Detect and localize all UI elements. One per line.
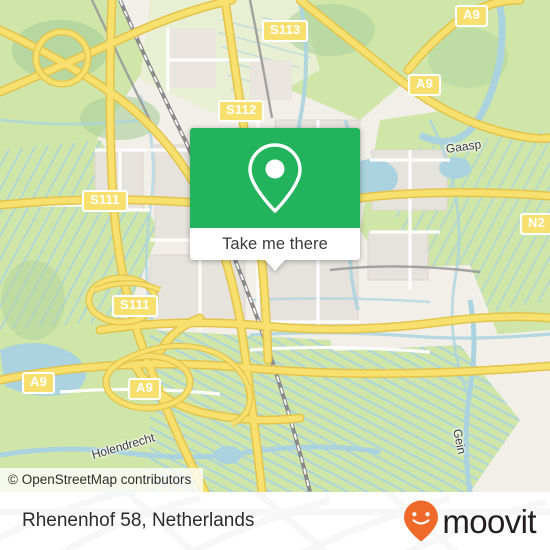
moovit-wordmark: moovit bbox=[442, 502, 536, 540]
callout-pointer-tail bbox=[265, 260, 285, 271]
footer-bar: Rhenenhof 58, Netherlands moovit bbox=[0, 492, 550, 550]
callout-icon-panel bbox=[190, 128, 360, 228]
location-address: Rhenenhof 58, Netherlands bbox=[22, 510, 255, 531]
road-shield: A9 bbox=[128, 378, 162, 400]
map-canvas[interactable]: S113 A9 A9 S112 S111 N2 S111 A9 A9 Gaasp Holendre… bbox=[0, 0, 550, 492]
road-shield: N2 bbox=[520, 213, 550, 235]
road-shield: S111 bbox=[112, 295, 158, 317]
road-shield: S113 bbox=[262, 20, 309, 42]
callout-action-bar[interactable]: Take me there bbox=[190, 228, 360, 260]
road-shield: S111 bbox=[82, 190, 128, 212]
road-shield: A9 bbox=[22, 372, 56, 394]
map-pin-icon bbox=[248, 143, 302, 213]
road-shield: A9 bbox=[408, 74, 442, 96]
osm-attribution[interactable]: © OpenStreetMap contributors bbox=[0, 468, 204, 492]
road-shield: S112 bbox=[218, 100, 265, 122]
take-me-there-callout[interactable]: Take me there bbox=[190, 128, 360, 271]
road-shield: A9 bbox=[455, 5, 489, 27]
moovit-brand-logo[interactable]: moovit bbox=[402, 499, 537, 543]
moovit-pin-smiley-icon bbox=[404, 500, 439, 542]
callout-label: Take me there bbox=[222, 234, 328, 253]
moovit-location-card: S113 A9 A9 S112 S111 N2 S111 A9 A9 Gaasp Holendre… bbox=[0, 0, 550, 550]
